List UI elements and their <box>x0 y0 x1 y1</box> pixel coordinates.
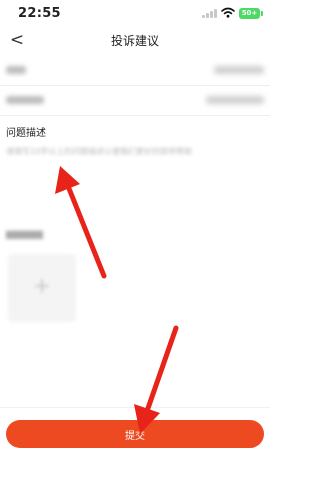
cellular-signal-icon <box>202 9 217 18</box>
info-row-value-redacted <box>206 96 264 104</box>
plus-icon: + <box>32 274 52 299</box>
description-input[interactable] <box>6 142 264 202</box>
battery-icon: 50+ <box>239 8 263 19</box>
info-row-value-redacted <box>214 66 264 74</box>
page-title: 投诉建议 <box>110 34 159 48</box>
status-time: 22:55 <box>18 6 61 21</box>
nav-bar: < 投诉建议 <box>0 26 270 56</box>
submit-button[interactable]: 提交 <box>6 420 264 448</box>
description-label: 问题描述 <box>6 128 46 139</box>
wifi-icon <box>221 7 235 18</box>
divider <box>0 407 270 408</box>
info-row-label-redacted <box>6 66 26 74</box>
status-bar: 22:55 50+ <box>0 0 270 26</box>
info-row-label-redacted <box>6 96 44 104</box>
info-row-2 <box>0 86 270 116</box>
upload-image-button[interactable]: + <box>8 254 76 322</box>
upload-label-redacted: ▇▇▇▇▇▇ <box>6 230 43 239</box>
info-row-1 <box>0 56 270 86</box>
